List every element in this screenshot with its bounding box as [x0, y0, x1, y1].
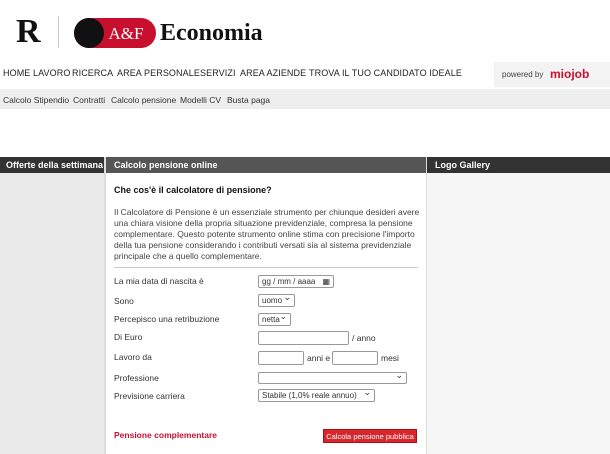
miojob-logo: miojob	[550, 67, 590, 81]
income-type-select[interactable]: netta	[258, 313, 291, 326]
subnav-calcolo-stipendio[interactable]: Calcolo Stipendio	[3, 95, 69, 105]
sub-nav: Calcolo Stipendio Contratti Calcolo pens…	[0, 89, 610, 109]
intro-paragraph: Il Calcolatore di Pensione è un essenzia…	[114, 207, 420, 261]
work-months-input[interactable]	[332, 351, 378, 365]
column-divider-left	[104, 157, 106, 454]
nav-trova-candidato[interactable]: TROVA IL TUO CANDIDATO IDEALE	[309, 68, 462, 78]
nav-servizi[interactable]: SERVIZI	[200, 68, 236, 78]
nav-home-lavoro[interactable]: HOME LAVORO	[3, 68, 70, 78]
nav-area-personale[interactable]: AREA PERSONALE	[117, 68, 200, 78]
years-suffix: anni e	[307, 353, 331, 363]
left-sidebar	[0, 157, 104, 454]
sex-label: Sono	[114, 296, 134, 306]
subnav-calcolo-pensione[interactable]: Calcolo pensione	[111, 95, 176, 105]
career-select[interactable]: Stabile (1,0% reale annuo)	[258, 389, 375, 402]
birth-date-placeholder: gg / mm / aaaa	[262, 277, 316, 286]
euro-suffix: / anno	[352, 333, 376, 343]
career-select-value: Stabile (1,0% reale annuo)	[262, 391, 357, 400]
career-label: Previsione carriera	[114, 391, 185, 401]
work-years-input[interactable]	[258, 351, 304, 365]
repubblica-logo[interactable]: R	[16, 12, 41, 52]
subnav-busta-paga[interactable]: Busta paga	[227, 95, 270, 105]
af-logo-text: A&F	[109, 24, 144, 43]
calcola-pensione-button[interactable]: Calcola pensione pubblica	[323, 429, 417, 443]
profession-label: Professione	[114, 373, 159, 383]
left-sidebar-heading: Offerte della settimana	[0, 157, 104, 173]
sex-select-value: uomo	[262, 296, 283, 305]
birth-label: La mia data di nascita è	[114, 276, 204, 286]
af-logo[interactable]: A&F	[74, 18, 156, 48]
profession-select[interactable]	[258, 372, 407, 384]
nav-ricerca[interactable]: RICERCA	[72, 68, 113, 78]
right-sidebar	[427, 157, 610, 454]
subnav-contratti[interactable]: Contratti	[73, 95, 105, 105]
pension-complementare-link[interactable]: Pensione complementare	[114, 430, 217, 440]
powered-by-label: powered by	[502, 70, 544, 79]
economia-title[interactable]: Economia	[160, 16, 263, 50]
form-divider	[114, 267, 418, 268]
work-label: Lavoro da	[114, 352, 152, 362]
site-header: R A&F Economia	[0, 0, 610, 62]
income-label: Percepisco una retribuzione	[114, 314, 220, 324]
logo-divider	[58, 16, 59, 48]
sex-select[interactable]: uomo	[258, 294, 295, 307]
birth-date-input[interactable]: gg / mm / aaaa ▦	[258, 275, 334, 288]
income-type-value: netta	[262, 315, 280, 324]
right-sidebar-heading: Logo Gallery	[427, 157, 610, 173]
calendar-icon[interactable]: ▦	[322, 276, 330, 287]
powered-by[interactable]: powered by miojob	[494, 62, 610, 87]
main-heading: Calcolo pensione online	[106, 157, 426, 173]
question-title: Che cos'è il calcolatore di pensione?	[114, 185, 272, 195]
months-suffix: mesi	[381, 353, 399, 363]
euro-label: Di Euro	[114, 332, 143, 342]
nav-area-aziende[interactable]: AREA AZIENDE	[240, 68, 306, 78]
subnav-modelli-cv[interactable]: Modelli CV	[180, 95, 221, 105]
euro-amount-input[interactable]	[258, 331, 349, 345]
